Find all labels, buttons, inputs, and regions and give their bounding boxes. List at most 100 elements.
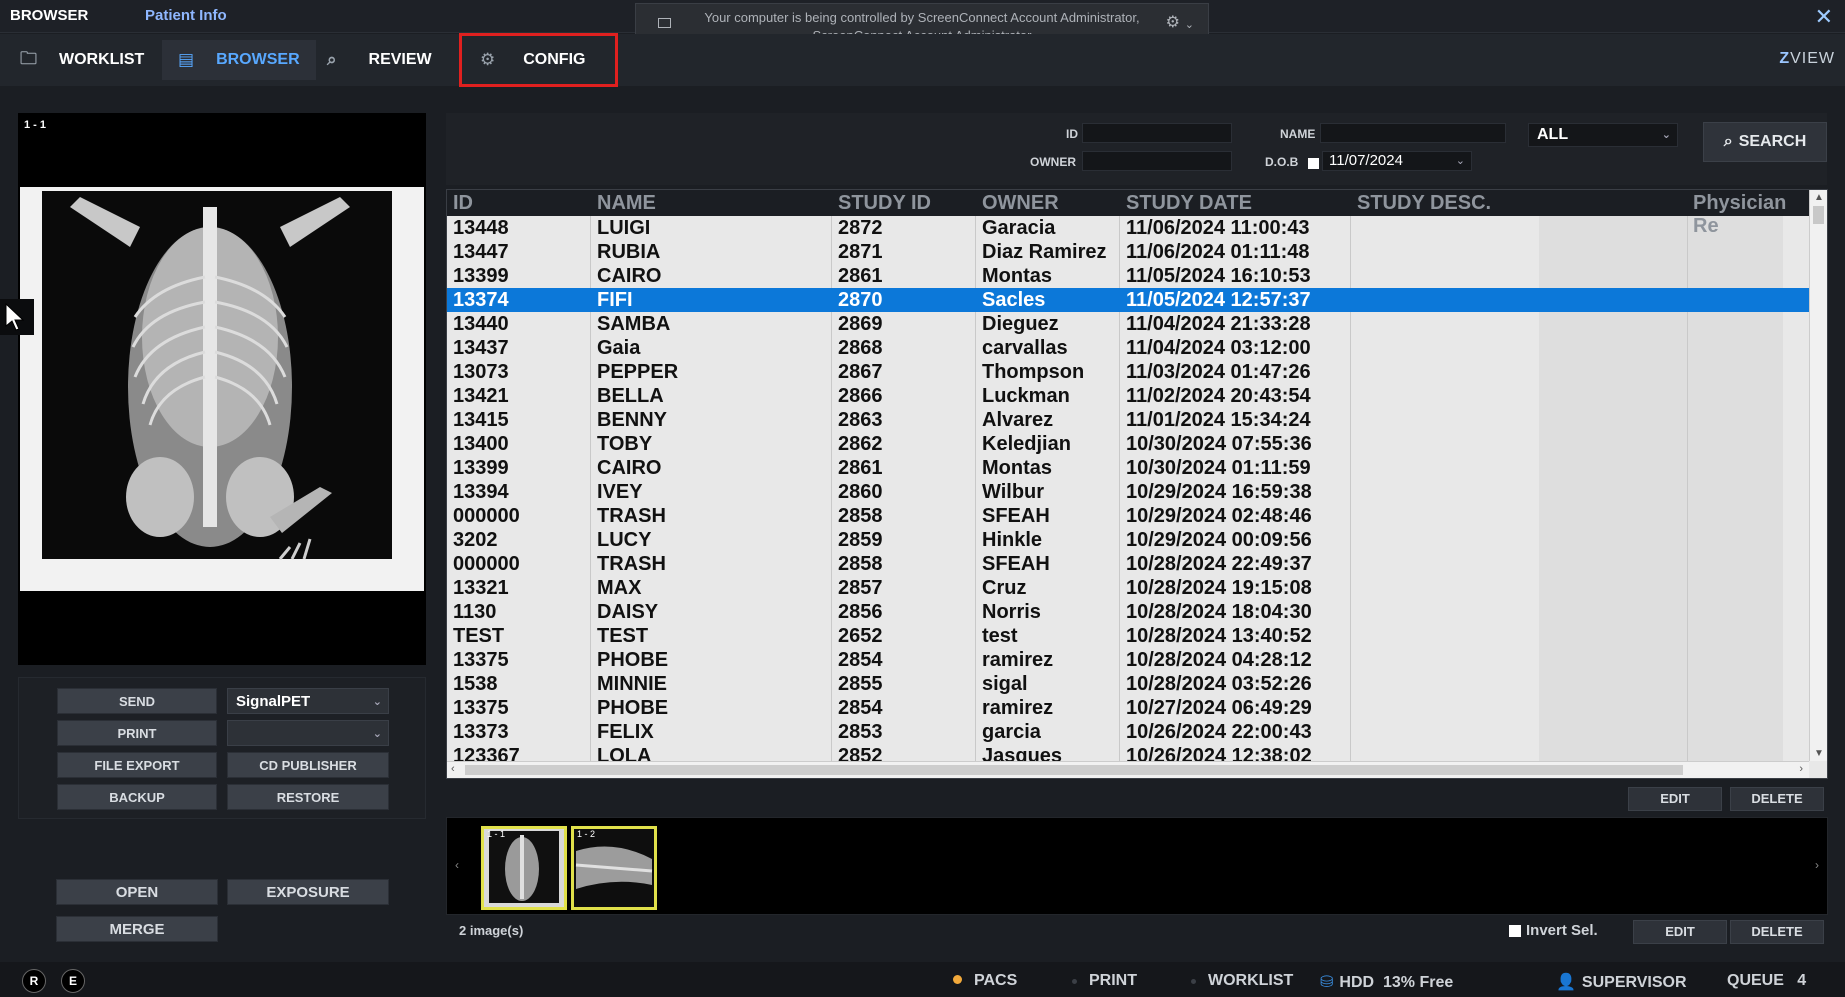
file-export-button[interactable]: FILE EXPORT — [57, 752, 217, 778]
exposure-button[interactable]: EXPOSURE — [227, 879, 389, 905]
hdd-status: ⛁ HDD 13% Free — [1320, 972, 1453, 992]
dob-checkbox[interactable] — [1308, 158, 1319, 169]
owner-field[interactable] — [1082, 151, 1232, 171]
table-row[interactable]: 13415 BENNY 2863 Alvarez 11/01/2024 15:34:24 — [447, 408, 1809, 432]
table-cell: FIFI — [597, 289, 633, 311]
table-row[interactable]: 1130 DAISY 2856 Norris 10/28/2024 18:04:30 — [447, 600, 1809, 624]
horizontal-scrollbar[interactable]: ‹ › — [447, 761, 1809, 778]
search-panel: ID NAME OWNER D.O.B 11/07/2024 ⌄ ALL ⌄ ⌕… — [446, 113, 1827, 185]
tab-worklist[interactable]: 🗀 WORKLIST — [20, 40, 144, 80]
table-cell: PHOBE — [597, 649, 669, 671]
table-row[interactable]: TEST TEST 2652 test 10/28/2024 13:40:52 — [447, 624, 1809, 648]
table-row[interactable]: 000000 TRASH 2858 SFEAH 10/29/2024 02:48:46 — [447, 504, 1809, 528]
queue-status[interactable]: QUEUE 4 — [1727, 972, 1806, 990]
merge-button[interactable]: MERGE — [56, 916, 218, 942]
vertical-scrollbar[interactable]: ▲ ▼ — [1809, 190, 1827, 761]
table-row[interactable]: 13073 PEPPER 2867 Thompson 11/03/2024 01:47:… — [447, 360, 1809, 384]
filmstrip-thumb[interactable]: 1 - 2 — [571, 826, 657, 910]
chevron-left-icon[interactable]: ‹ — [451, 763, 455, 775]
tab-config-label: CONFIG — [523, 51, 586, 68]
table-row[interactable]: 000000 TRASH 2858 SFEAH 10/28/2024 22:49:37 — [447, 552, 1809, 576]
pacs-status: PACS — [953, 972, 1017, 990]
print-button[interactable]: PRINT — [57, 720, 217, 746]
table-row[interactable]: 13399 CAIRO 2861 Montas 10/30/2024 01:11:59 — [447, 456, 1809, 480]
table-row[interactable]: 13400 TOBY 2862 Keledjian 10/30/2024 07:55:3… — [447, 432, 1809, 456]
study-edit-button[interactable]: EDIT — [1628, 787, 1722, 811]
r-indicator[interactable]: R — [22, 969, 46, 993]
table-cell: 13437 — [453, 337, 509, 359]
table-row[interactable]: 13399 CAIRO 2861 Montas 11/05/2024 16:10:53 — [447, 264, 1809, 288]
app-window: BROWSER Patient Info ✕ Your computer is … — [0, 0, 1845, 997]
table-header: ID NAME STUDY ID OWNER STUDY DATE STUDY … — [447, 190, 1809, 237]
backup-button[interactable]: BACKUP — [57, 784, 217, 810]
image-preview[interactable]: 1 - 1 — [18, 113, 426, 665]
table-row[interactable]: 13440 SAMBA 2869 Dieguez 11/04/2024 21:33:28 — [447, 312, 1809, 336]
user-status[interactable]: 👤 SUPERVISOR — [1556, 972, 1687, 992]
chevron-down-icon[interactable]: ⌄ — [1185, 16, 1194, 34]
chevron-right-icon[interactable]: › — [1799, 763, 1803, 775]
table-row[interactable]: 13321 MAX 2857 Cruz 10/28/2024 19:15:08 — [447, 576, 1809, 600]
filter-select[interactable]: ALL ⌄ — [1528, 123, 1678, 147]
study-delete-button[interactable]: DELETE — [1730, 787, 1824, 811]
chevron-left-icon[interactable]: ‹ — [455, 858, 459, 872]
tab-config[interactable]: ⚙ CONFIG — [459, 33, 619, 87]
table-row[interactable]: 13374 FIFI 2870 Sacles 11/05/2024 12:57:37 — [447, 288, 1809, 312]
table-row[interactable]: 123367 LOLA 2852 Jasques 10/26/2024 12:38:02 — [447, 744, 1809, 761]
column-header[interactable]: ID — [453, 192, 473, 215]
send-button[interactable]: SEND — [57, 688, 217, 714]
table-cell: Keledjian — [982, 433, 1071, 455]
scrollbar-thumb[interactable] — [1813, 206, 1824, 224]
table-row[interactable]: 13375 PHOBE 2854 ramirez 10/28/2024 04:28:12 — [447, 648, 1809, 672]
e-indicator[interactable]: E — [61, 969, 85, 993]
chevron-right-icon[interactable]: › — [1815, 858, 1819, 872]
column-header[interactable]: OWNER — [982, 192, 1059, 215]
table-row[interactable]: 3202 LUCY 2859 Hinkle 10/29/2024 00:09:56 — [447, 528, 1809, 552]
image-delete-button[interactable]: DELETE — [1730, 920, 1824, 944]
status-bar: R E PACS PRINT WORKLIST ⛁ HDD 13% Free 👤 S… — [0, 962, 1845, 997]
column-header[interactable]: STUDY DESC. — [1357, 192, 1491, 215]
table-cell: 10/28/2024 03:52:26 — [1126, 673, 1312, 695]
table-cell: 2861 — [838, 457, 883, 479]
column-header[interactable]: NAME — [597, 192, 656, 215]
close-icon[interactable]: ✕ — [1815, 4, 1833, 30]
table-cell: 2858 — [838, 505, 883, 527]
chevron-down-icon[interactable]: ▼ — [1814, 748, 1824, 759]
filmstrip-thumb[interactable]: 1 - 1 — [481, 826, 567, 910]
id-field[interactable] — [1082, 123, 1232, 143]
table-row[interactable]: 13373 FELIX 2853 garcia 10/26/2024 22:00:43 — [447, 720, 1809, 744]
patient-info-link[interactable]: Patient Info — [145, 7, 227, 24]
table-row[interactable]: 13375 PHOBE 2854 ramirez 10/27/2024 06:49:29 — [447, 696, 1809, 720]
table-cell: TOBY — [597, 433, 653, 455]
gear-icon[interactable]: ⚙ — [1166, 14, 1180, 32]
table-row[interactable]: 13437 Gaia 2868 carvallas 11/04/2024 03:12:0… — [447, 336, 1809, 360]
table-cell: test — [982, 625, 1018, 647]
table-cell: RUBIA — [597, 241, 661, 263]
column-header[interactable]: STUDY ID — [838, 192, 931, 215]
table-row[interactable]: 1538 MINNIE 2855 sigal 10/28/2024 03:52:26 — [447, 672, 1809, 696]
table-row[interactable]: 13394 IVEY 2860 Wilbur 10/29/2024 16:59:38 — [447, 480, 1809, 504]
tab-browser[interactable]: ▤ BROWSER — [162, 40, 316, 80]
pacs-label: PACS — [974, 972, 1018, 989]
print-target-select[interactable]: ⌄ — [227, 720, 389, 746]
dob-label: D.O.B — [1265, 155, 1299, 169]
table-row[interactable]: 13421 BELLA 2866 Luckman 11/02/2024 20:43:54 — [447, 384, 1809, 408]
restore-button[interactable]: RESTORE — [227, 784, 389, 810]
filmstrip: ‹ 1 - 1 1 - 2 › — [446, 817, 1828, 915]
image-edit-button[interactable]: EDIT — [1633, 920, 1727, 944]
search-button[interactable]: ⌕ SEARCH — [1703, 122, 1827, 162]
table-cell: PHOBE — [597, 697, 669, 719]
table-cell: 11/03/2024 01:47:26 — [1126, 361, 1311, 383]
invert-selection-toggle[interactable]: Invert Sel. — [1509, 922, 1598, 939]
table-row[interactable]: 13447 RUBIA 2871 Diaz Ramirez 11/06/2024 01:… — [447, 240, 1809, 264]
name-field[interactable] — [1320, 123, 1506, 143]
invert-checkbox[interactable] — [1509, 924, 1521, 937]
scrollbar-thumb[interactable] — [465, 765, 1683, 775]
open-button[interactable]: OPEN — [56, 879, 218, 905]
cd-publisher-button[interactable]: CD PUBLISHER — [227, 752, 389, 778]
column-header[interactable]: STUDY DATE — [1126, 192, 1252, 215]
send-target-select[interactable]: SignalPET ⌄ — [227, 688, 389, 714]
dob-field[interactable]: 11/07/2024 ⌄ — [1322, 151, 1472, 171]
table-row[interactable]: 13448 LUIGI 2872 Garacia 11/06/2024 11:00:43 — [447, 216, 1809, 240]
tab-review[interactable]: ⌕ REVIEW — [327, 40, 432, 80]
chevron-up-icon[interactable]: ▲ — [1814, 192, 1824, 203]
